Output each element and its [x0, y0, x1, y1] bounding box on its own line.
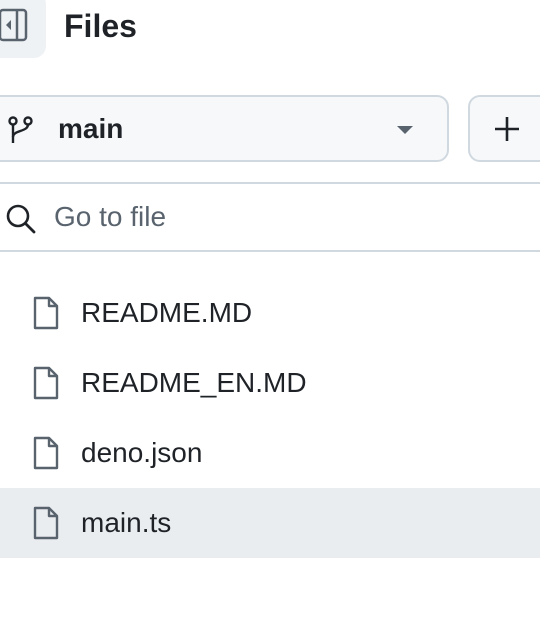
- file-item-main-ts[interactable]: main.ts: [0, 488, 540, 558]
- page-title: Files: [64, 8, 137, 44]
- search-icon: [6, 204, 36, 234]
- file-list: README.MD README_EN.MD deno.json main.ts: [0, 278, 540, 558]
- file-search: [0, 182, 540, 252]
- file-icon: [33, 366, 59, 400]
- file-icon: [33, 506, 59, 540]
- file-name: main.ts: [81, 507, 172, 538]
- file-item-deno-json[interactable]: deno.json: [0, 418, 540, 488]
- file-name: deno.json: [81, 437, 203, 468]
- file-tree-panel: Files main README.MD: [0, 0, 540, 638]
- add-file-button[interactable]: [468, 95, 540, 162]
- collapse-sidebar-button[interactable]: [0, 0, 46, 58]
- branch-name: main: [58, 113, 124, 144]
- file-icon: [33, 296, 59, 330]
- file-name: README.MD: [81, 297, 253, 328]
- file-item-readme[interactable]: README.MD: [0, 278, 540, 348]
- file-name: README_EN.MD: [81, 367, 307, 398]
- triangle-down-icon: [397, 126, 413, 134]
- file-icon: [33, 436, 59, 470]
- go-to-file-input[interactable]: [54, 198, 504, 236]
- plus-icon: [495, 117, 519, 141]
- git-branch-icon: [8, 116, 33, 143]
- branch-selector[interactable]: main: [0, 95, 449, 162]
- file-tree-header: Files: [0, 0, 540, 58]
- sidebar-collapse-icon: [0, 8, 28, 42]
- file-item-readme-en[interactable]: README_EN.MD: [0, 348, 540, 418]
